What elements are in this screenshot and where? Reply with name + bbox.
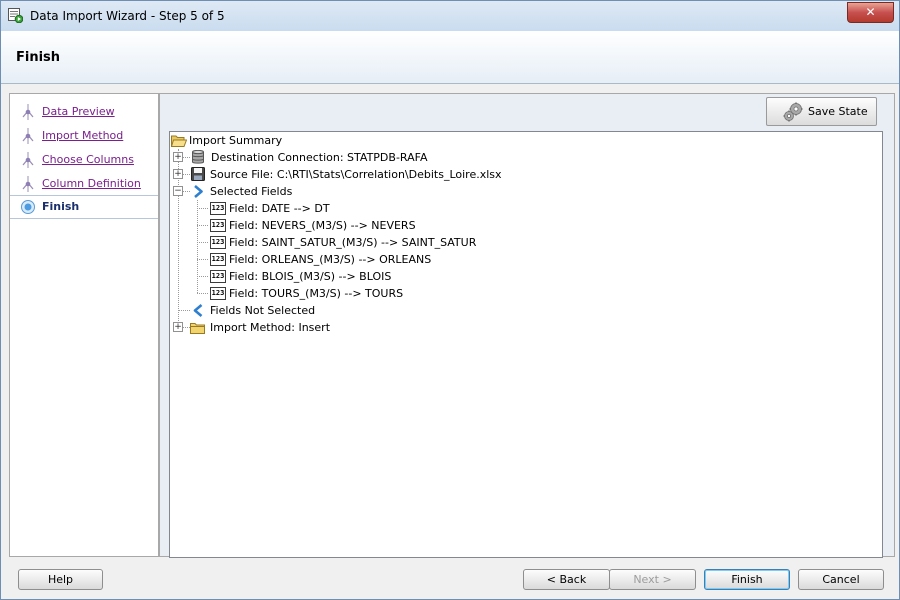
field-mapping-label: Field: DATE --> DT — [229, 202, 330, 215]
tree-node-label: Import Summary — [189, 134, 283, 147]
step-label[interactable]: Column Definition — [42, 177, 141, 190]
field-mapping-label: Field: ORLEANS_(M3/S) --> ORLEANS — [229, 253, 432, 266]
save-state-button[interactable]: Save State — [766, 97, 877, 126]
import-summary-tree[interactable]: Import Summary + Destination Connection:… — [169, 131, 883, 558]
tree-node-field[interactable]: 123 Field: TOURS_(M3/S) --> TOURS — [170, 285, 870, 302]
next-button: Next > — [609, 569, 696, 590]
tree-node-import-method[interactable]: + Import Method: Insert — [170, 319, 870, 336]
save-disk-icon — [191, 167, 205, 181]
step-done-icon — [22, 152, 34, 168]
step-header: Finish — [1, 31, 899, 84]
expand-plus-icon[interactable]: + — [173, 169, 183, 179]
expand-plus-icon[interactable]: + — [173, 152, 183, 162]
app-icon — [8, 8, 23, 23]
arrow-right-icon — [194, 185, 203, 198]
close-button[interactable]: ✕ — [847, 2, 894, 23]
numeric-field-icon: 123 — [210, 236, 226, 249]
open-folder-icon — [171, 135, 187, 147]
numeric-field-icon: 123 — [210, 270, 226, 283]
tree-node-label: Fields Not Selected — [210, 304, 316, 317]
folder-icon — [190, 323, 205, 334]
step-label[interactable]: Data Preview — [42, 105, 115, 118]
save-state-label: Save State — [808, 105, 868, 118]
tree-node-label: Source File: C:\RTI\Stats\Correlation\De… — [210, 168, 502, 181]
wizard-window: Data Import Wizard - Step 5 of 5 ✕ Finis… — [0, 0, 900, 600]
numeric-field-icon: 123 — [210, 219, 226, 232]
collapse-minus-icon[interactable]: − — [173, 186, 183, 196]
back-button[interactable]: < Back — [523, 569, 610, 590]
current-step-icon — [21, 200, 35, 214]
tree-node-label: Destination Connection: STATPDB-RAFA — [211, 151, 428, 164]
tree-node-root[interactable]: Import Summary — [170, 132, 870, 149]
step-choose-columns[interactable]: Choose Columns — [10, 149, 158, 171]
step-label: Finish — [42, 200, 80, 213]
step-column-definition[interactable]: Column Definition — [10, 173, 158, 195]
numeric-field-icon: 123 — [210, 202, 226, 215]
step-label[interactable]: Choose Columns — [42, 153, 134, 166]
step-import-method[interactable]: Import Method — [10, 125, 158, 147]
step-label[interactable]: Import Method — [42, 129, 123, 142]
tree-node-destination[interactable]: + Destination Connection: STATPDB-RAFA — [170, 149, 870, 166]
finish-button[interactable]: Finish — [704, 569, 790, 590]
numeric-field-icon: 123 — [210, 287, 226, 300]
cancel-button[interactable]: Cancel — [798, 569, 884, 590]
step-done-icon — [22, 176, 34, 192]
field-mapping-label: Field: NEVERS_(M3/S) --> NEVERS — [229, 219, 416, 232]
tree-node-selected-fields[interactable]: − Selected Fields — [170, 183, 870, 200]
step-data-preview[interactable]: Data Preview — [10, 101, 158, 123]
tree-node-field[interactable]: 123 Field: BLOIS_(M3/S) --> BLOIS — [170, 268, 870, 285]
field-mapping-label: Field: SAINT_SATUR_(M3/S) --> SAINT_SATU… — [229, 236, 477, 249]
field-mapping-label: Field: BLOIS_(M3/S) --> BLOIS — [229, 270, 392, 283]
tree-node-field[interactable]: 123 Field: NEVERS_(M3/S) --> NEVERS — [170, 217, 870, 234]
tree-node-field[interactable]: 123 Field: DATE --> DT — [170, 200, 870, 217]
step-done-icon — [22, 128, 34, 144]
tree-node-source-file[interactable]: + Source File: C:\RTI\Stats\Correlation\… — [170, 166, 870, 183]
arrow-left-icon — [193, 304, 203, 317]
steps-panel: Data Preview Import Method Choose Column… — [9, 93, 159, 557]
tree-node-label: Import Method: Insert — [210, 321, 331, 334]
step-finish: Finish — [10, 195, 158, 219]
help-button[interactable]: Help — [18, 569, 103, 590]
tree-node-field[interactable]: 123 Field: SAINT_SATUR_(M3/S) --> SAINT_… — [170, 234, 870, 251]
window-title: Data Import Wizard - Step 5 of 5 — [30, 9, 225, 23]
tree-node-field[interactable]: 123 Field: ORLEANS_(M3/S) --> ORLEANS — [170, 251, 870, 268]
field-mapping-label: Field: TOURS_(M3/S) --> TOURS — [229, 287, 404, 300]
gears-icon — [783, 102, 803, 122]
database-icon — [192, 150, 204, 164]
tree-node-label: Selected Fields — [210, 185, 293, 198]
title-bar: Data Import Wizard - Step 5 of 5 ✕ — [1, 1, 899, 32]
numeric-field-icon: 123 — [210, 253, 226, 266]
expand-plus-icon[interactable]: + — [173, 322, 183, 332]
tree-node-fields-not-selected[interactable]: Fields Not Selected — [170, 302, 870, 319]
page-title: Finish — [16, 50, 61, 65]
step-done-icon — [22, 104, 34, 120]
